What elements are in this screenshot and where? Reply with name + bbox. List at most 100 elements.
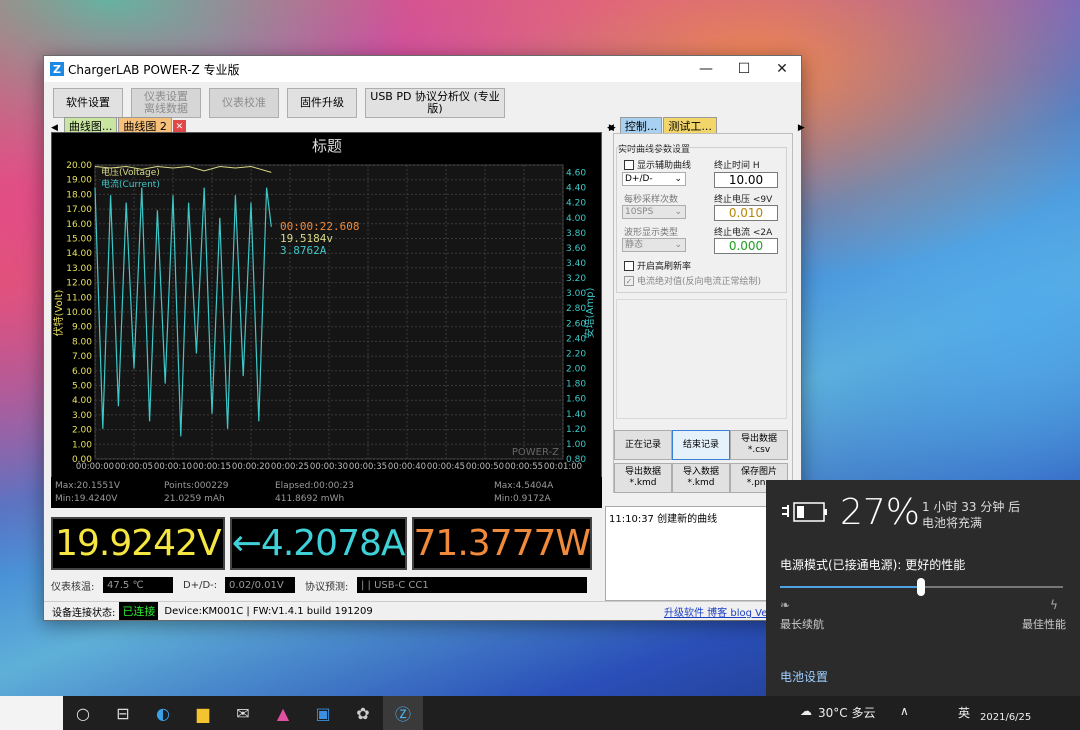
upgrade-links[interactable]: 升级软件 博客 blog Ver: xyxy=(664,604,775,619)
battery-remaining: 1 小时 33 分钟 后 xyxy=(922,500,1021,514)
abs-current-row[interactable]: ✓ 电流绝对值(反向电流正常绘制) xyxy=(624,274,761,287)
x-tick: 00:00:00 xyxy=(76,462,114,472)
x-tick: 00:00:55 xyxy=(505,462,543,472)
stat-max-voltage: Max:20.1551V xyxy=(55,481,121,491)
cortana-icon[interactable]: ○ xyxy=(63,696,103,730)
y-left-label: 伏特(Volt) xyxy=(52,290,65,337)
title-bar: Z ChargerLAB POWER-Z 专业版 — ☐ ✕ xyxy=(44,56,801,82)
sample-select[interactable]: 10SPS ⌄ xyxy=(622,205,686,219)
y-right-tick: 1.40 xyxy=(566,410,586,420)
app-triangle-icon[interactable]: ▲ xyxy=(263,696,303,730)
y-right-tick: 4.00 xyxy=(566,214,586,224)
power-z-watermark: POWER-Z xyxy=(512,447,559,458)
start-area[interactable] xyxy=(0,696,63,730)
dpdm-select-value: D+/D- xyxy=(625,174,653,184)
y-right-tick: 4.40 xyxy=(566,184,586,194)
export-kmd-button[interactable]: 导出数据 *.kmd xyxy=(614,463,672,493)
recording-button[interactable]: 正在记录 xyxy=(614,430,672,460)
high-refresh-checkbox[interactable] xyxy=(624,260,634,271)
sample-label: 每秒采样次数 xyxy=(624,195,679,205)
input-language[interactable]: 英 xyxy=(958,704,970,721)
power-mode-slider-fill xyxy=(780,586,921,588)
meter-calibration-button[interactable]: 仪表校准 xyxy=(209,88,279,118)
app-icon: Z xyxy=(50,62,64,76)
dpdm-value: 0.02/0.01V xyxy=(225,577,295,593)
battery-icon xyxy=(782,502,827,522)
tray-chevron-icon[interactable]: ∧ xyxy=(900,704,909,718)
firmware-upgrade-button[interactable]: 固件升级 xyxy=(287,88,357,118)
weather-widget[interactable]: ☁ 30°C 多云 xyxy=(800,704,875,721)
connection-label: 设备连接状态: xyxy=(52,607,116,619)
end-time-input[interactable]: 10.00 xyxy=(714,172,778,188)
y-right-tick: 1.00 xyxy=(566,440,586,450)
show-aux-row[interactable]: 显示辅助曲线 xyxy=(624,158,691,171)
x-tick: 00:00:35 xyxy=(349,462,387,472)
end-current-input[interactable]: 0.000 xyxy=(714,238,778,254)
power-z-taskbar-icon[interactable]: Ⓩ xyxy=(383,696,423,730)
meter-settings-button[interactable]: 仪表设置 离线数据 xyxy=(131,88,201,118)
y-left-tick: 16.00 xyxy=(66,220,92,230)
tab-control[interactable]: 控制... xyxy=(619,117,663,133)
temp-value: 47.5 ℃ xyxy=(103,577,173,593)
wave-select-value: 静态 xyxy=(625,240,644,250)
y-left-tick: 13.00 xyxy=(66,264,92,274)
abs-current-checkbox[interactable]: ✓ xyxy=(624,275,634,286)
end-voltage-label: 终止电压 <9V xyxy=(714,195,773,205)
y-right-tick: 2.60 xyxy=(566,319,586,329)
window-title: ChargerLAB POWER-Z 专业版 xyxy=(68,62,240,77)
wave-select[interactable]: 静态 ⌄ xyxy=(622,238,686,252)
end-voltage-input[interactable]: 0.010 xyxy=(714,205,778,221)
battery-settings-link[interactable]: 电池设置 xyxy=(780,668,828,685)
y-left-tick: 1.00 xyxy=(72,440,92,450)
x-tick: 00:00:50 xyxy=(466,462,504,472)
edge-icon[interactable]: ◐ xyxy=(143,696,183,730)
power-readout: 71.3777W xyxy=(411,517,592,570)
import-kmd-button[interactable]: 导入数据 *.kmd xyxy=(672,463,730,493)
chart-stats: Max:20.1551V Min:19.4240V Points:000229 … xyxy=(51,477,602,508)
task-view-icon[interactable]: ⊟ xyxy=(103,696,143,730)
power-mode-slider-thumb[interactable] xyxy=(917,578,925,596)
software-settings-button[interactable]: 软件设置 xyxy=(53,88,123,118)
close-button[interactable]: ✕ xyxy=(763,56,801,82)
end-record-button[interactable]: 结束记录 xyxy=(672,430,730,460)
y-left-tick: 12.00 xyxy=(66,279,92,289)
right-tab-scroll-right-icon[interactable]: ▶ xyxy=(798,123,805,133)
maximize-button[interactable]: ☐ xyxy=(725,56,763,82)
x-tick: 00:00:15 xyxy=(193,462,231,472)
y-left-tick: 15.00 xyxy=(66,235,92,245)
minimize-button[interactable]: — xyxy=(687,56,725,82)
tab-chart-1[interactable]: 曲线图... xyxy=(63,117,118,133)
y-left-tick: 6.00 xyxy=(72,367,92,377)
file-explorer-icon[interactable]: ▆ xyxy=(183,696,223,730)
dpdm-select[interactable]: D+/D- ⌄ xyxy=(622,172,686,186)
x-tick: 00:00:10 xyxy=(154,462,192,472)
taskbar-date[interactable]: 2021/6/25 xyxy=(980,712,1031,723)
y-left-tick: 4.00 xyxy=(72,396,92,406)
y-right-tick: 2.80 xyxy=(566,304,586,314)
show-aux-checkbox[interactable] xyxy=(624,159,634,170)
export-csv-button[interactable]: 导出数据 *.csv xyxy=(730,430,788,460)
power-mode-label: 电源模式(已接通电源): 更好的性能 xyxy=(780,558,966,572)
y-right-tick: 4.20 xyxy=(566,199,586,209)
y-right-tick: 2.40 xyxy=(566,334,586,344)
x-tick: 00:00:40 xyxy=(388,462,426,472)
y-right-tick: 3.80 xyxy=(566,229,586,239)
y-left-tick: 11.00 xyxy=(66,293,92,303)
sample-select-value: 10SPS xyxy=(625,207,654,217)
connection-status-badge: 已连接 xyxy=(119,602,159,620)
mail-icon[interactable]: ✉ xyxy=(223,696,263,730)
y-right-tick: 3.00 xyxy=(566,289,586,299)
app-fan-icon[interactable]: ✿ xyxy=(343,696,383,730)
tab-chart-2[interactable]: 曲线图 2 xyxy=(118,117,172,133)
cursor-readout-line: 3.8762A xyxy=(280,244,327,257)
usb-pd-analyzer-button[interactable]: USB PD 协议分析仪 (专业版) xyxy=(365,88,505,118)
y-right-label: 安培(Amp) xyxy=(583,288,596,339)
tab-test-tools[interactable]: 测试工... xyxy=(663,117,717,133)
y-right-tick: 1.60 xyxy=(566,395,586,405)
y-left-tick: 8.00 xyxy=(72,337,92,347)
right-tab-scroll-left-icon[interactable]: ◀ xyxy=(607,123,614,133)
y-left-tick: 3.00 xyxy=(72,411,92,421)
app-window-icon[interactable]: ▣ xyxy=(303,696,343,730)
high-refresh-row[interactable]: 开启高刷新率 xyxy=(624,259,691,272)
end-current-label: 终止电流 <2A xyxy=(714,228,773,238)
